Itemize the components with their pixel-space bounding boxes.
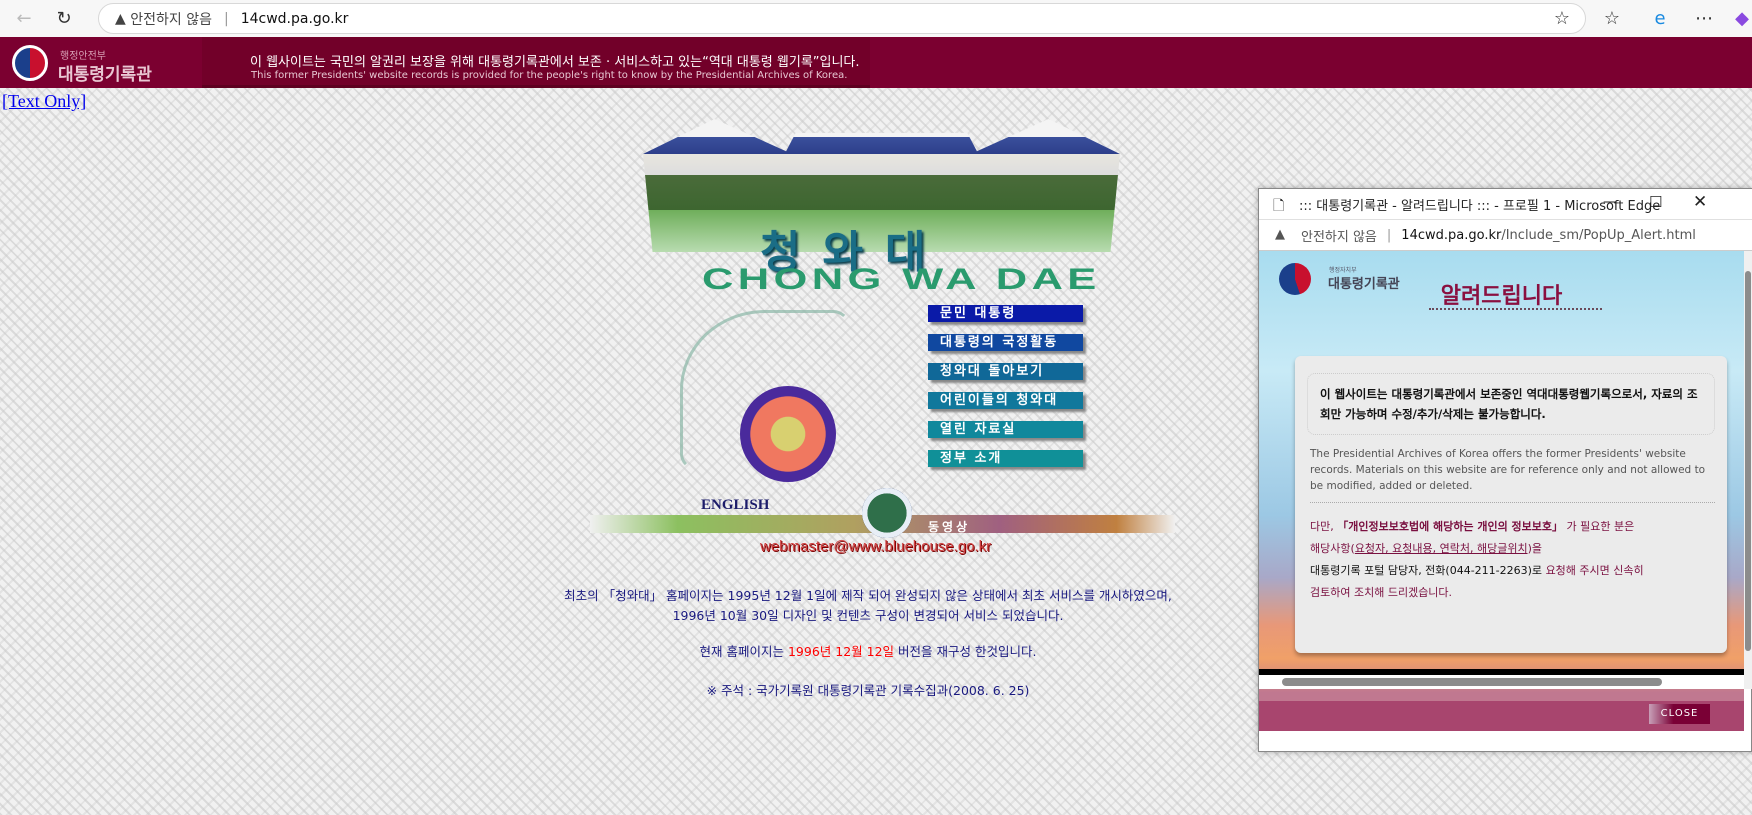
p3-red: 요청해 주시면 신속히 [1545,564,1644,577]
lotus-flower-image [740,386,836,482]
menu-open-archive[interactable]: 열린 자료실 [928,421,1083,438]
warning-icon: ▲ [115,10,126,27]
popup-footer: CLOSE [1259,701,1744,731]
menu-civilian-president[interactable]: 문민 대통령 [928,305,1083,322]
notice-english: The Presidential Archives of Korea offer… [1310,448,1706,492]
maximize-icon[interactable]: ☐ [1649,193,1662,211]
back-icon[interactable]: ← [12,6,36,30]
version-post: 버전을 재구성 한것입니다. [894,644,1037,659]
copilot-icon[interactable]: ◆ [1730,6,1752,30]
popup-address-bar[interactable]: ▲ 안전하지 않음 | 14cwd.pa.go.kr/Include_sm/Po… [1259,219,1752,251]
popup-not-secure: 안전하지 않음 [1301,229,1377,245]
menu-government[interactable]: 정부 소개 [928,450,1083,467]
annotation-note: ※ 주석 : 국가기록원 대통령기록관 기록수집과(2008. 6. 25) [706,683,1030,698]
close-window-icon[interactable]: ✕ [1693,192,1707,212]
version-date: 1996년 12월 12일 [787,644,895,659]
minimize-icon[interactable]: — [1603,194,1617,210]
address-bar[interactable]: ▲ 안전하지 않음 | 14cwd.pa.go.kr [98,3,1586,34]
menu-tour[interactable]: 청와대 돌아보기 [928,363,1083,380]
p1-post: 가 필요한 분은 [1566,520,1635,533]
browser-toolbar: ← ↻ ▲ 안전하지 않음 | 14cwd.pa.go.kr ☆ ☆ e ⋯ ◆ [0,0,1752,37]
version-note: 현재 홈페이지는 1996년 12월 12일 버전을 재구성 한것입니다. [400,641,1336,660]
horizontal-scrollbar[interactable] [1259,675,1744,689]
presidential-seal-icon [862,488,912,538]
more-icon[interactable]: ⋯ [1692,6,1716,30]
notice-card: 이 웹사이트는 대통령기록관에서 보존중인 역대대통령웹기록으로서, 자료의 조… [1295,356,1727,653]
history-note-2: 1996년 10월 30일 디자인 및 컨텐츠 구성이 변경되어 서비스 되었습… [672,608,1064,623]
popup-url-path: /Include_sm/PopUp_Alert.html [1501,227,1696,243]
vertical-scrollbar[interactable] [1744,251,1752,689]
refresh-icon[interactable]: ↻ [52,6,76,30]
popup-content: 행정자치부 대통령기록관 알려드립니다 이 웹사이트는 대통령기록관에서 보존중… [1259,251,1744,731]
favorite-star-icon[interactable]: ☆ [1550,6,1574,30]
banner-notice-en: This former Presidents' website records … [251,70,848,81]
p1-pre: 다만, [1310,520,1338,533]
site-title-en: CHONG WA DAE [702,263,1101,296]
url-text: 14cwd.pa.go.kr [240,10,349,27]
privacy-notice: 다만, 「개인정보보호법에 해당하는 개인의 정보보호」 가 필요한 분은 해당… [1310,516,1720,604]
video-link[interactable]: 동영상 [928,518,970,535]
page-icon: 🗋 [1273,198,1285,214]
p4-text: 검토하여 조치해 드리겠습니다. [1310,586,1453,599]
not-secure-label: 안전하지 않음 [130,11,212,28]
notice-box: 이 웹사이트는 대통령기록관에서 보존중인 역대대통령웹기록으로서, 자료의 조… [1307,373,1715,435]
menu-children[interactable]: 어린이들의 청와대 [928,392,1083,409]
history-note-1: 최초의 「청와대」 홈페이지는 1995년 12월 1일에 제작 되어 완성되지… [564,588,1172,603]
version-pre: 현재 홈페이지는 [699,644,788,659]
popup-url-host: 14cwd.pa.go.kr [1401,227,1502,243]
contact-text: 대통령기록 포털 담당자, 전화(044-211-2263)로 [1310,564,1546,577]
text-only-link[interactable]: [Text Only] [2,91,86,112]
english-link[interactable]: ENGLISH [701,497,769,514]
warning-icon: ▲ [1275,227,1285,242]
close-button[interactable]: CLOSE [1649,704,1710,724]
p2-pre: 해당사항( [1310,542,1355,555]
taegeuk-logo-icon [12,45,48,81]
required-items: 요청자, 요청내용, 연락처, 해당글위치 [1354,542,1528,555]
popup-window: 🗋 ::: 대통령기록관 - 알려드립니다 ::: - 프로필 1 - Micr… [1258,188,1752,752]
menu-state-affairs[interactable]: 대통령의 국정활동 [928,334,1083,351]
p1-bold: 「개인정보보호법에 해당하는 개인의 정보보호」 [1337,520,1564,533]
popup-titlebar[interactable]: 🗋 ::: 대통령기록관 - 알려드립니다 ::: - 프로필 1 - Micr… [1259,189,1752,219]
divider [1310,502,1715,503]
heading-underline [1429,308,1602,310]
ie-mode-icon[interactable]: e [1648,6,1672,30]
p2-post: )을 [1527,542,1542,555]
favorites-icon[interactable]: ☆ [1600,6,1624,30]
banner-notice-ko: 이 웹사이트는 국민의 알권리 보장을 위해 대통령기록관에서 보존 · 서비스… [250,55,860,70]
webmaster-email-link[interactable]: webmaster@www.bluehouse.go.kr [760,538,991,555]
alert-heading: 알려드립니다 [1440,284,1563,309]
logo-archives[interactable]: 대통령기록관 [58,60,152,85]
